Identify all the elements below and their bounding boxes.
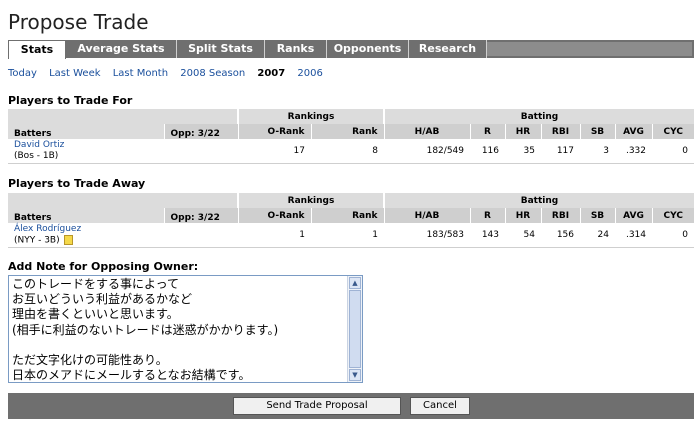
player-team: (NYY - 3B) xyxy=(14,235,60,246)
col-header-rank[interactable]: Rank xyxy=(310,124,384,139)
trade-away-table: Rankings Batting Batters Opp: 3/22 O-Ran… xyxy=(8,193,694,248)
cyc-cell: 0 xyxy=(652,223,694,248)
rbi-cell: 117 xyxy=(541,139,580,164)
col-header-batters[interactable]: Batters xyxy=(8,124,164,139)
scroll-up-icon[interactable]: ▲ xyxy=(349,277,361,289)
col-header-opp: Opp: 3/22 xyxy=(163,208,238,223)
send-trade-proposal-button[interactable]: Send Trade Proposal xyxy=(233,397,401,415)
r-cell: 116 xyxy=(470,139,505,164)
orank-cell: 17 xyxy=(238,139,311,164)
col-header-sb[interactable]: SB xyxy=(579,208,615,223)
section-title-trade-for: Players to Trade For xyxy=(8,94,133,107)
action-bar: Send Trade Proposal Cancel xyxy=(8,393,694,419)
period-2007: 2007 xyxy=(257,68,286,79)
group-header-rankings: Rankings xyxy=(237,193,384,208)
player-cell: Álex Rodríguez (NYY - 3B) xyxy=(8,223,164,248)
r-cell: 143 xyxy=(470,223,505,248)
period-2008-season[interactable]: 2008 Season xyxy=(180,68,245,79)
table-row: David Ortiz (Bos - 1B) 17 8 182/549 116 … xyxy=(8,139,694,164)
rbi-cell: 156 xyxy=(541,223,580,248)
tab-bar-fill xyxy=(487,42,692,56)
col-header-orank[interactable]: O-Rank xyxy=(237,208,311,223)
period-last-week[interactable]: Last Week xyxy=(49,68,100,79)
player-name-link[interactable]: Álex Rodríguez xyxy=(14,224,158,235)
col-header-batters[interactable]: Batters xyxy=(8,208,164,223)
avg-cell: .314 xyxy=(615,223,652,248)
col-header-rank[interactable]: Rank xyxy=(310,208,384,223)
col-header-rbi[interactable]: RBI xyxy=(540,124,580,139)
player-name-link[interactable]: David Ortiz xyxy=(14,140,158,151)
col-header-r[interactable]: R xyxy=(469,208,505,223)
sb-cell: 3 xyxy=(580,139,615,164)
header-blank xyxy=(164,109,238,124)
period-last-month[interactable]: Last Month xyxy=(113,68,168,79)
col-header-opp: Opp: 3/22 xyxy=(163,124,238,139)
col-header-r[interactable]: R xyxy=(469,124,505,139)
tab-average-stats[interactable]: Average Stats xyxy=(66,40,177,58)
hab-cell: 183/583 xyxy=(384,223,470,248)
tab-stats[interactable]: Stats xyxy=(8,40,66,59)
player-cell: David Ortiz (Bos - 1B) xyxy=(8,139,164,164)
tab-opponents[interactable]: Opponents xyxy=(327,40,409,58)
col-header-hab[interactable]: H/AB xyxy=(383,124,470,139)
player-team: (Bos - 1B) xyxy=(14,151,59,161)
scroll-down-icon[interactable]: ▼ xyxy=(349,369,361,381)
sb-cell: 24 xyxy=(580,223,615,248)
col-header-hab[interactable]: H/AB xyxy=(383,208,470,223)
page-title: Propose Trade xyxy=(8,10,149,34)
rank-cell: 1 xyxy=(311,223,384,248)
trade-for-table: Rankings Batting Batters Opp: 3/22 O-Ran… xyxy=(8,109,694,164)
rank-cell: 8 xyxy=(311,139,384,164)
period-2006[interactable]: 2006 xyxy=(297,68,322,79)
cyc-cell: 0 xyxy=(652,139,694,164)
tab-split-stats[interactable]: Split Stats xyxy=(177,40,265,58)
group-header-rankings: Rankings xyxy=(237,109,384,124)
col-header-cyc[interactable]: CYC xyxy=(651,208,694,223)
note-label: Add Note for Opposing Owner: xyxy=(8,260,199,273)
col-header-hr[interactable]: HR xyxy=(504,208,541,223)
avg-cell: .332 xyxy=(615,139,652,164)
period-today[interactable]: Today xyxy=(8,68,37,79)
col-header-hr[interactable]: HR xyxy=(504,124,541,139)
player-note-icon[interactable] xyxy=(63,234,73,245)
col-header-orank[interactable]: O-Rank xyxy=(237,124,311,139)
col-header-avg[interactable]: AVG xyxy=(614,208,652,223)
tab-ranks[interactable]: Ranks xyxy=(265,40,327,58)
col-header-sb[interactable]: SB xyxy=(579,124,615,139)
note-text: このトレードをする事によって お互いどういう利益があるかなど 理由を書くといいと… xyxy=(12,277,279,381)
col-header-avg[interactable]: AVG xyxy=(614,124,652,139)
header-blank xyxy=(8,109,164,124)
header-blank xyxy=(8,193,164,208)
note-textarea[interactable]: このトレードをする事によって お互いどういう利益があるかなど 理由を書くといいと… xyxy=(8,275,363,383)
header-blank xyxy=(164,193,238,208)
opp-cell xyxy=(164,139,238,164)
tab-research[interactable]: Research xyxy=(409,40,487,58)
hr-cell: 54 xyxy=(505,223,541,248)
scroll-thumb[interactable] xyxy=(349,290,361,368)
table-row: Álex Rodríguez (NYY - 3B) 1 1 183/583 14… xyxy=(8,223,694,248)
note-scrollbar[interactable]: ▲ ▼ xyxy=(347,276,362,382)
hr-cell: 35 xyxy=(505,139,541,164)
col-header-cyc[interactable]: CYC xyxy=(651,124,694,139)
section-title-trade-away: Players to Trade Away xyxy=(8,177,146,190)
group-header-batting: Batting xyxy=(383,109,694,124)
orank-cell: 1 xyxy=(238,223,311,248)
cancel-button[interactable]: Cancel xyxy=(410,397,470,415)
period-selector: Today Last Week Last Month 2008 Season 2… xyxy=(8,68,332,79)
hab-cell: 182/549 xyxy=(384,139,470,164)
stats-tab-bar: Stats Average Stats Split Stats Ranks Op… xyxy=(8,40,694,59)
group-header-batting: Batting xyxy=(383,193,694,208)
opp-cell xyxy=(164,223,238,248)
col-header-rbi[interactable]: RBI xyxy=(540,208,580,223)
